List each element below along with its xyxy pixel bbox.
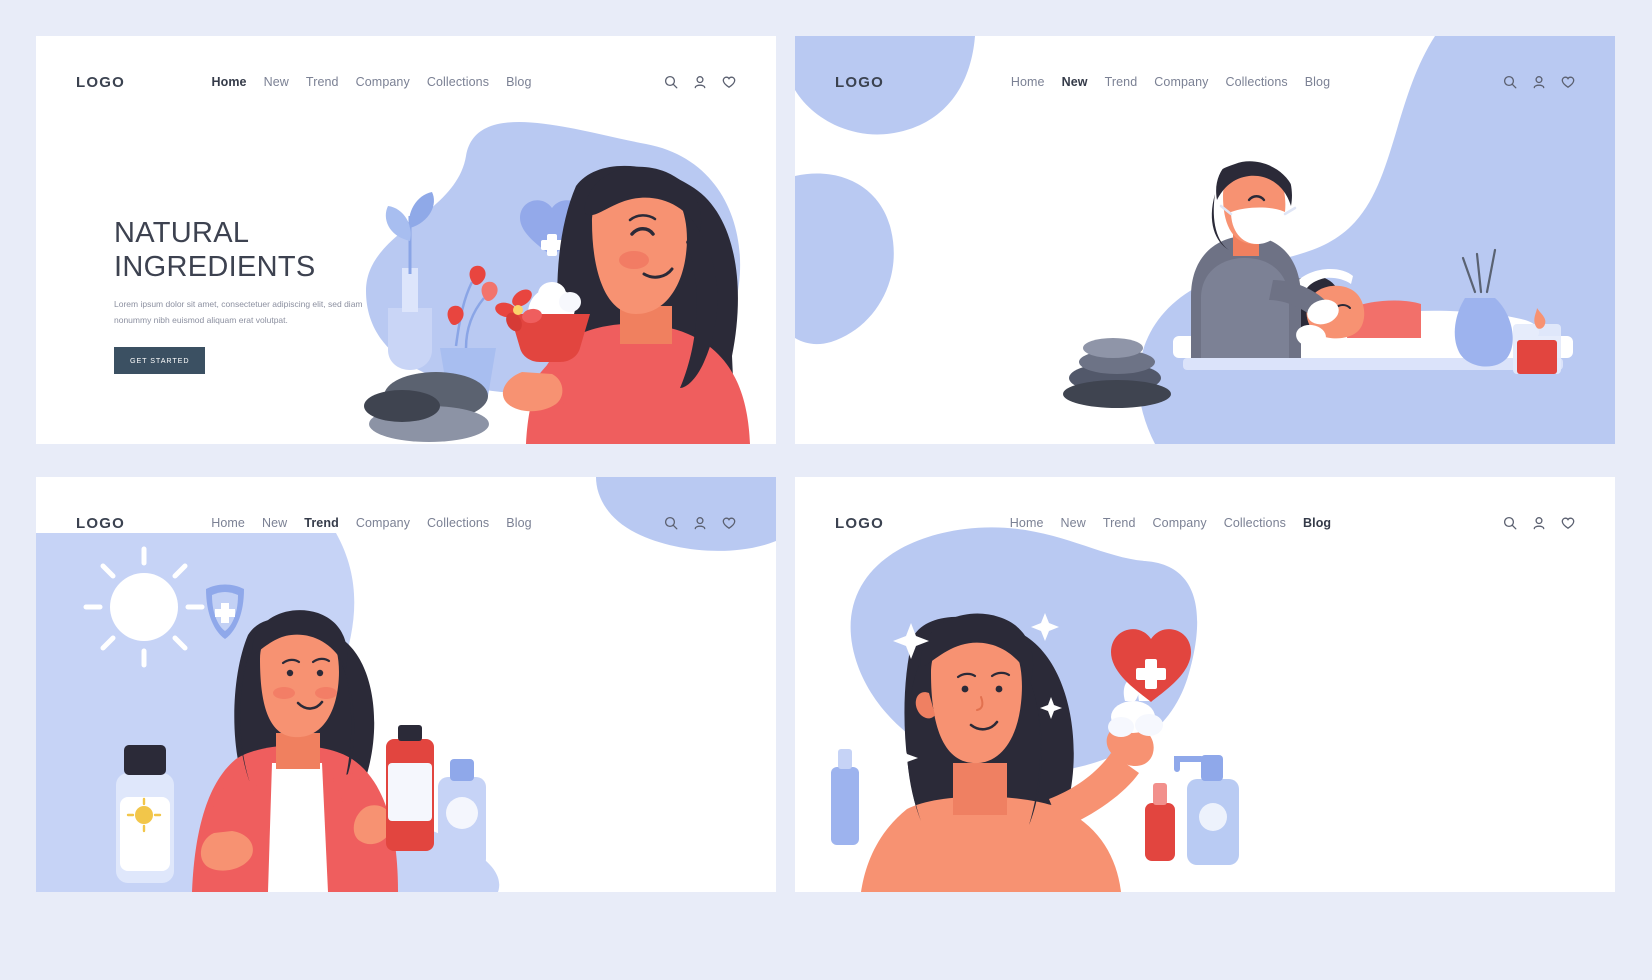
heart-icon[interactable] bbox=[1561, 516, 1575, 530]
nav-link-company[interactable]: Company bbox=[1154, 75, 1208, 89]
logo[interactable]: LOGO bbox=[76, 74, 125, 91]
user-icon[interactable] bbox=[1532, 516, 1546, 530]
navbar-sun: LOGO Home New Trend Company Collections … bbox=[36, 477, 776, 569]
panel-natural-ingredients: LOGO Home New Trend Company Collections … bbox=[36, 36, 776, 444]
nav-icons bbox=[1457, 516, 1575, 530]
nav-icons bbox=[618, 516, 736, 530]
search-icon[interactable] bbox=[1503, 516, 1517, 530]
title-line-1: NATURAL bbox=[114, 217, 250, 249]
nav-icons bbox=[1457, 75, 1575, 89]
panel-sun-protection: SPF 30 SPF 20 50 SPF LOGO Home New Trend… bbox=[36, 477, 776, 892]
nav-link-new[interactable]: New bbox=[262, 516, 287, 530]
panel-face-massage: LOGO Home New Trend Company Collections … bbox=[795, 36, 1615, 444]
heart-icon[interactable] bbox=[722, 516, 736, 530]
nav-link-collections[interactable]: Collections bbox=[427, 75, 489, 89]
heart-icon[interactable] bbox=[1561, 75, 1575, 89]
page-canvas: LOGO Home New Trend Company Collections … bbox=[0, 0, 1652, 980]
user-icon[interactable] bbox=[693, 75, 707, 89]
nav-link-home[interactable]: Home bbox=[211, 75, 246, 89]
logo[interactable]: LOGO bbox=[835, 74, 884, 91]
nav-link-company[interactable]: Company bbox=[356, 516, 410, 530]
search-icon[interactable] bbox=[664, 516, 678, 530]
logo[interactable]: LOGO bbox=[835, 515, 884, 532]
title-line-2: INGREDIENTS bbox=[114, 251, 316, 284]
search-icon[interactable] bbox=[1503, 75, 1517, 89]
nav-links: Home New Trend Company Collections Blog bbox=[211, 516, 531, 530]
nav-link-new[interactable]: New bbox=[1062, 75, 1088, 89]
nav-link-trend[interactable]: Trend bbox=[1103, 516, 1136, 530]
get-started-button[interactable]: GET STARTED bbox=[114, 346, 206, 374]
nav-link-trend[interactable]: Trend bbox=[1105, 75, 1138, 89]
navbar-massage: LOGO Home New Trend Company Collections … bbox=[795, 36, 1615, 128]
nav-link-home[interactable]: Home bbox=[1011, 75, 1045, 89]
panel-healthy-skin: LOGO Home New Trend Company Collections … bbox=[795, 477, 1615, 892]
user-icon[interactable] bbox=[1532, 75, 1546, 89]
nav-links: Home New Trend Company Collections Blog bbox=[1010, 516, 1331, 530]
nav-link-blog[interactable]: Blog bbox=[1305, 75, 1330, 89]
heart-icon[interactable] bbox=[722, 75, 736, 89]
hero-paragraph: Lorem ipsum dolor sit amet, consectetuer… bbox=[114, 299, 363, 326]
nav-link-trend[interactable]: Trend bbox=[304, 516, 339, 530]
nav-link-collections[interactable]: Collections bbox=[1225, 75, 1287, 89]
navbar-natural: LOGO Home New Trend Company Collections … bbox=[36, 36, 776, 128]
nav-link-company[interactable]: Company bbox=[1153, 516, 1207, 530]
nav-link-blog[interactable]: Blog bbox=[506, 516, 531, 530]
nav-link-home[interactable]: Home bbox=[211, 516, 245, 530]
page-title: NATURAL INGREDIENTS bbox=[114, 216, 404, 284]
navbar-healthy: LOGO Home New Trend Company Collections … bbox=[795, 477, 1615, 569]
nav-link-trend[interactable]: Trend bbox=[306, 75, 339, 89]
search-icon[interactable] bbox=[664, 75, 678, 89]
logo[interactable]: LOGO bbox=[76, 515, 125, 532]
user-icon[interactable] bbox=[693, 516, 707, 530]
nav-link-new[interactable]: New bbox=[1061, 516, 1086, 530]
nav-link-company[interactable]: Company bbox=[356, 75, 410, 89]
hero-natural-ingredients: NATURAL INGREDIENTS Lorem ipsum dolor si… bbox=[114, 216, 404, 374]
nav-link-blog[interactable]: Blog bbox=[1303, 516, 1331, 530]
nav-link-collections[interactable]: Collections bbox=[427, 516, 489, 530]
nav-link-collections[interactable]: Collections bbox=[1224, 516, 1286, 530]
nav-icons bbox=[618, 75, 736, 89]
nav-link-new[interactable]: New bbox=[264, 75, 289, 89]
nav-links: Home New Trend Company Collections Blog bbox=[211, 75, 531, 89]
nav-link-home[interactable]: Home bbox=[1010, 516, 1044, 530]
nav-links: Home New Trend Company Collections Blog bbox=[1011, 75, 1330, 89]
nav-link-blog[interactable]: Blog bbox=[506, 75, 531, 89]
